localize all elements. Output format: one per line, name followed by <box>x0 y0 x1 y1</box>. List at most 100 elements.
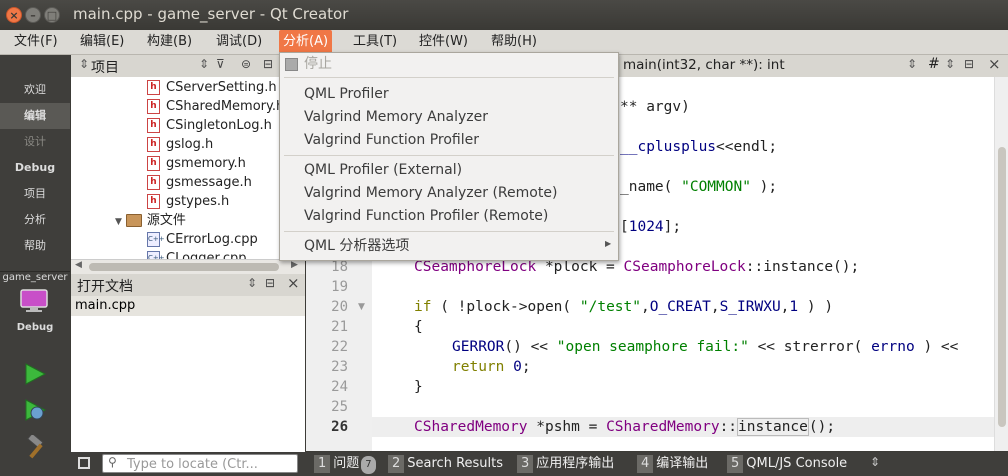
split-icon[interactable]: ⊟ <box>263 57 273 71</box>
open-doc-item[interactable]: main.cpp <box>71 296 305 316</box>
line-number: 24 <box>331 379 348 395</box>
menu-edit[interactable]: 编辑(E) <box>76 33 128 51</box>
code-line: CSharedMemory *pshm = CSharedMemory::ins… <box>414 418 836 436</box>
analyze-menu-dropdown: 停止 QML Profiler Valgrind Memory Analyzer… <box>279 52 619 261</box>
menu-item-valgrind-function[interactable]: Valgrind Function Profiler <box>304 129 479 151</box>
scroll-right-icon[interactable]: ▶ <box>291 260 298 270</box>
monitor-icon[interactable] <box>19 288 49 314</box>
scrollbar-thumb[interactable] <box>998 147 1006 427</box>
menu-widgets[interactable]: 控件(W) <box>415 33 472 51</box>
chevron-updown-icon[interactable]: ⇕ <box>907 57 917 71</box>
close-icon[interactable]: × <box>988 55 1001 73</box>
mode-help[interactable]: 帮助 <box>0 233 70 259</box>
line-number: 21 <box>331 319 348 335</box>
close-icon[interactable]: × <box>287 274 300 292</box>
chevron-updown-icon[interactable]: ⇕ <box>247 276 257 290</box>
mode-projects[interactable]: 项目 <box>0 181 70 207</box>
submenu-arrow-icon: ▶ <box>605 239 612 248</box>
run-icon[interactable] <box>24 363 47 389</box>
chevron-updown-icon[interactable]: ⇕ <box>945 57 955 71</box>
filter-icon[interactable]: ⊽ <box>216 57 225 71</box>
mode-welcome[interactable]: 欢迎 <box>0 77 70 103</box>
menu-item-stop[interactable]: 停止 <box>304 53 332 75</box>
tree-folder[interactable]: ▼ 源文件 <box>115 211 186 230</box>
split-icon[interactable]: ⊟ <box>265 276 275 290</box>
locate-input[interactable]: Type to locate (Ctr... <box>102 454 298 473</box>
tree-item[interactable]: h gsmessage.h <box>147 173 252 192</box>
project-tree: h CServerSetting.h h CSharedMemory.h h CSin… <box>71 77 305 259</box>
menu-debug[interactable]: 调试(D) <box>212 33 266 51</box>
line-number: 22 <box>331 339 348 355</box>
tree-item[interactable]: h CServerSetting.h <box>147 78 277 97</box>
tab-qml-console[interactable]: 5 QML/JS Console <box>727 455 847 473</box>
line-number: 19 <box>331 279 348 295</box>
mode-bar: 欢迎 编辑 设计 Debug 项目 分析 帮助 game_server Debu… <box>0 55 70 476</box>
tab-compile-output[interactable]: 4 编译输出 <box>637 455 708 473</box>
fold-arrow-icon[interactable]: ▼ <box>358 302 365 312</box>
line-number: 20 <box>331 299 348 315</box>
link-icon[interactable]: ⊜ <box>241 57 251 71</box>
mode-debug[interactable]: Debug <box>0 155 70 181</box>
minimize-icon[interactable]: – <box>25 7 41 23</box>
menu-file[interactable]: 文件(F) <box>10 33 62 51</box>
title-bar: × – □ main.cpp - game_server - Qt Creato… <box>0 0 1008 30</box>
sidebar-toggle-icon[interactable] <box>78 457 90 469</box>
tree-item[interactable]: h CSingletonLog.h <box>147 116 272 135</box>
vertical-scrollbar[interactable] <box>994 77 1008 451</box>
function-combo[interactable]: main(int32, char **): int <box>623 57 785 73</box>
tab-app-output[interactable]: 3 应用程序输出 <box>517 455 614 473</box>
menu-separator <box>284 77 614 78</box>
tree-item[interactable]: h gsmemory.h <box>147 154 246 173</box>
tree-item[interactable]: h gslog.h <box>147 135 213 154</box>
menu-item-valgrind-memory[interactable]: Valgrind Memory Analyzer <box>304 106 488 128</box>
code-line: { <box>414 319 423 335</box>
kit-name: game_server <box>2 272 68 283</box>
header-file-icon: h <box>147 175 160 190</box>
split-icon[interactable]: ⊟ <box>964 57 974 71</box>
menu-help[interactable]: 帮助(H) <box>487 33 541 51</box>
project-panel-title[interactable]: 项目 <box>91 57 119 77</box>
horizontal-scrollbar[interactable]: ◀ ▶ <box>71 259 305 274</box>
tree-item[interactable]: h gstypes.h <box>147 192 229 211</box>
tab-issues[interactable]: 1 问题 7 <box>314 455 376 474</box>
menu-tools[interactable]: 工具(T) <box>349 33 401 51</box>
chevron-updown-icon[interactable]: ⇕ <box>199 57 209 71</box>
folder-icon <box>125 214 142 227</box>
mode-analyze[interactable]: 分析 <box>0 207 70 233</box>
hash-button[interactable]: # <box>928 56 940 72</box>
menu-item-valgrind-memory-remote[interactable]: Valgrind Memory Analyzer (Remote) <box>304 182 557 204</box>
tree-item[interactable]: h CSharedMemory.h <box>147 97 284 116</box>
menu-item-qml-profiler[interactable]: QML Profiler <box>304 83 389 105</box>
chevron-updown-icon[interactable]: ⇕ <box>870 455 880 469</box>
line-number: 25 <box>331 399 348 415</box>
menu-item-qml-options[interactable]: QML 分析器选项 <box>304 235 409 257</box>
mode-design[interactable]: 设计 <box>0 129 70 155</box>
search-icon: ⚲ <box>108 455 117 469</box>
menu-analyze[interactable]: 分析(A) <box>279 30 333 54</box>
scrollbar-thumb[interactable] <box>89 263 279 271</box>
menu-item-qml-profiler-external[interactable]: QML Profiler (External) <box>304 159 462 181</box>
close-icon[interactable]: × <box>6 7 22 23</box>
current-line-number: 26 <box>331 419 348 435</box>
menu-build[interactable]: 构建(B) <box>143 33 196 51</box>
menu-item-valgrind-function-remote[interactable]: Valgrind Function Profiler (Remote) <box>304 205 548 227</box>
chevron-updown-icon[interactable]: ⇕ <box>79 57 89 71</box>
maximize-icon[interactable]: □ <box>44 7 60 23</box>
code-line: GERROR() << "open seamphore fail:" << st… <box>452 339 959 355</box>
project-panel-header: ⇕ 项目 ⇕ ⊽ ⊜ ⊟ <box>71 55 305 78</box>
line-number: 23 <box>331 359 348 375</box>
header-file-icon: h <box>147 194 160 209</box>
cpp-file-icon: C++ <box>147 232 165 247</box>
header-file-icon: h <box>147 80 160 95</box>
debug-run-icon[interactable] <box>24 399 48 427</box>
tree-item[interactable]: C++CLogger.cpp <box>147 249 246 259</box>
header-file-icon: h <box>147 156 160 171</box>
code-line: [1024]; <box>620 219 682 235</box>
expand-arrow-icon[interactable]: ▼ <box>115 217 122 227</box>
mode-edit[interactable]: 编辑 <box>0 103 70 129</box>
tree-item[interactable]: C++CErrorLog.cpp <box>147 230 258 249</box>
scroll-left-icon[interactable]: ◀ <box>75 260 82 270</box>
tab-search-results[interactable]: 2 Search Results <box>388 455 503 473</box>
code-line: __cplusplus<<endl; <box>620 139 778 155</box>
build-hammer-icon[interactable] <box>24 432 48 463</box>
